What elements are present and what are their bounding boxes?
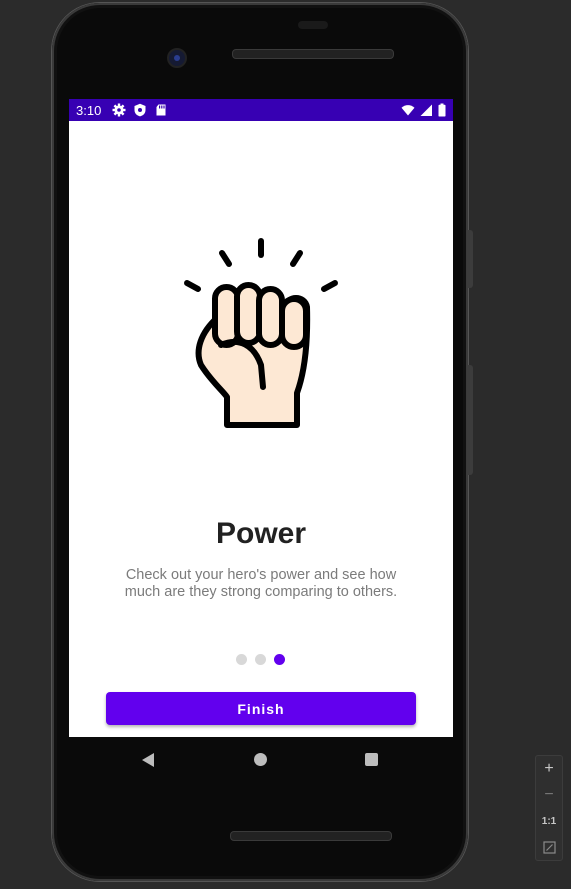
zoom-out-button[interactable]: − (536, 782, 562, 808)
fit-screen-button[interactable] (536, 834, 562, 860)
page-title: Power (215, 517, 307, 550)
recents-icon[interactable] (365, 753, 378, 766)
page-dot[interactable] (236, 654, 247, 665)
zoom-in-button[interactable]: + (536, 756, 562, 782)
battery-icon (438, 103, 446, 117)
shield-icon (134, 103, 146, 117)
fit-screen-icon (542, 840, 556, 854)
status-bar: 3:10 (69, 99, 453, 121)
finish-button[interactable]: Finish (106, 692, 416, 725)
navigation-bar (69, 737, 453, 783)
signal-icon (420, 104, 432, 116)
device-top-sensor (298, 21, 328, 29)
page-indicator (236, 654, 285, 665)
zoom-controls: + − 1:1 (535, 755, 563, 861)
back-icon[interactable] (142, 753, 154, 767)
power-side-button[interactable] (467, 230, 473, 288)
wifi-icon (401, 105, 415, 116)
earpiece-speaker (232, 49, 394, 59)
app-screen: 3:10 Power Check out your hero's power a… (69, 99, 453, 737)
page-dot[interactable] (255, 654, 266, 665)
bottom-speaker (230, 831, 392, 841)
status-time: 3:10 (76, 103, 102, 118)
raised-fist-icon (184, 238, 338, 428)
page-dot-active[interactable] (274, 654, 285, 665)
gear-icon (112, 103, 126, 117)
volume-side-button[interactable] (467, 365, 473, 475)
page-description: Check out your hero's power and see how … (124, 567, 398, 600)
actual-size-button[interactable]: 1:1 (536, 808, 562, 834)
sd-card-icon (156, 104, 166, 116)
home-icon[interactable] (254, 753, 267, 766)
front-camera (167, 48, 187, 68)
